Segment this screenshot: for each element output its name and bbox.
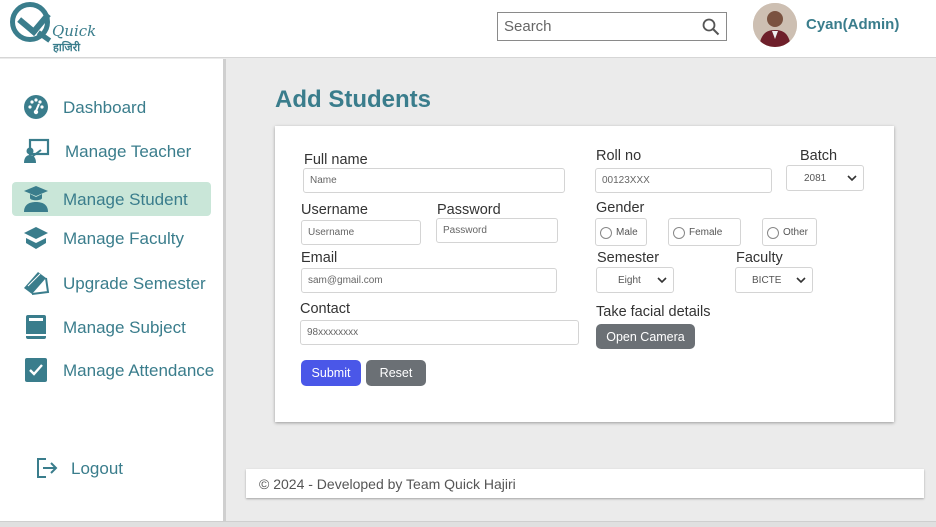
footer-text: © 2024 - Developed by Team Quick Hajiri <box>259 476 516 492</box>
search-box[interactable] <box>497 12 727 41</box>
chevron-down-icon <box>657 277 667 284</box>
contact-field[interactable] <box>300 320 579 345</box>
user-name[interactable]: Cyan(Admin) <box>806 16 899 33</box>
username-label: Username <box>301 202 368 218</box>
search-icon[interactable] <box>701 17 721 37</box>
search-input[interactable] <box>504 16 694 37</box>
batch-select[interactable]: 2081 <box>786 165 864 191</box>
attendance-check-icon <box>25 358 47 382</box>
sidebar-item-manage-subject[interactable]: Manage Subject <box>12 310 211 344</box>
batch-value: 2081 <box>804 173 827 184</box>
username-field[interactable] <box>301 220 421 245</box>
user-avatar[interactable] <box>753 3 797 47</box>
roll-no-label: Roll no <box>596 148 642 164</box>
subject-book-icon <box>26 315 46 339</box>
radio-label: Male <box>616 227 638 238</box>
dashboard-gauge-icon <box>24 95 48 119</box>
footer: © 2024 - Developed by Team Quick Hajiri <box>246 469 924 498</box>
gender-radio-female[interactable]: Female <box>668 218 741 246</box>
logout-button[interactable]: Logout <box>24 451 223 485</box>
sidebar-item-manage-student[interactable]: Manage Student <box>12 182 211 216</box>
faculty-label: Faculty <box>736 250 783 266</box>
batch-label: Batch <box>800 148 838 164</box>
gender-radio-other[interactable]: Other <box>762 218 817 246</box>
email-label: Email <box>301 250 338 266</box>
sidebar-item-label: Manage Attendance <box>63 361 215 380</box>
logout-icon <box>37 458 58 478</box>
logout-label: Logout <box>71 459 123 478</box>
faculty-value: BICTE <box>752 275 782 286</box>
sidebar-item-label: Manage Teacher <box>65 142 192 161</box>
facial-details-label: Take facial details <box>596 304 711 320</box>
faculty-cap-icon <box>24 227 48 249</box>
semester-select[interactable]: Eight <box>596 267 674 293</box>
full-name-field[interactable] <box>303 168 565 193</box>
top-header: Quick हाजिरी Cyan(Admin) <box>0 0 936 58</box>
logo-quick-text: Quick <box>52 22 97 40</box>
email-field[interactable] <box>301 268 557 293</box>
add-student-form: Full name Username Password Email Contac… <box>275 126 894 422</box>
sidebar-item-dashboard[interactable]: Dashboard <box>12 90 211 124</box>
sidebar-item-upgrade-semester[interactable]: Upgrade Semester <box>12 266 211 300</box>
radio-circle <box>767 227 779 239</box>
sidebar-item-label: Upgrade Semester <box>63 274 206 293</box>
password-field[interactable] <box>436 218 558 243</box>
semester-label: Semester <box>597 250 660 266</box>
submit-button[interactable]: Submit <box>301 360 361 386</box>
bottom-divider <box>0 521 936 527</box>
user-avatar-icon <box>753 3 797 47</box>
password-label: Password <box>437 202 501 218</box>
student-graduate-icon <box>24 186 48 212</box>
chevron-down-icon <box>796 277 806 284</box>
radio-label: Female <box>689 227 723 238</box>
contact-label: Contact <box>300 301 350 317</box>
sidebar-item-label: Manage Faculty <box>63 229 184 248</box>
sidebar-item-label: Manage Subject <box>63 318 186 337</box>
faculty-select[interactable]: BICTE <box>735 267 813 293</box>
gender-label: Gender <box>596 200 645 216</box>
radio-label: Other <box>783 227 809 238</box>
sidebar-item-manage-faculty[interactable]: Manage Faculty <box>12 221 211 255</box>
radio-circle <box>673 227 685 239</box>
sidebar-item-manage-teacher[interactable]: Manage Teacher <box>12 134 211 168</box>
semester-book-icon <box>24 272 50 295</box>
radio-circle <box>600 227 612 239</box>
full-name-label: Full name <box>304 152 368 168</box>
open-camera-button[interactable]: Open Camera <box>596 324 695 349</box>
reset-button[interactable]: Reset <box>366 360 426 386</box>
sidebar: Dashboard Manage Teacher Manage Student … <box>0 59 226 521</box>
semester-value: Eight <box>618 275 641 286</box>
gender-radio-male[interactable]: Male <box>595 218 647 246</box>
roll-no-field[interactable] <box>595 168 772 193</box>
sidebar-item-label: Dashboard <box>63 98 147 117</box>
page-title: Add Students <box>275 86 431 113</box>
teacher-board-icon <box>24 138 50 163</box>
quick-hajiri-logo[interactable]: Quick हाजिरी <box>10 1 96 54</box>
chevron-down-icon <box>847 175 857 182</box>
logo-hajiri-text: हाजिरी <box>53 42 81 54</box>
sidebar-item-label: Manage Student <box>63 190 188 209</box>
sidebar-item-manage-attendance[interactable]: Manage Attendance <box>12 353 215 387</box>
